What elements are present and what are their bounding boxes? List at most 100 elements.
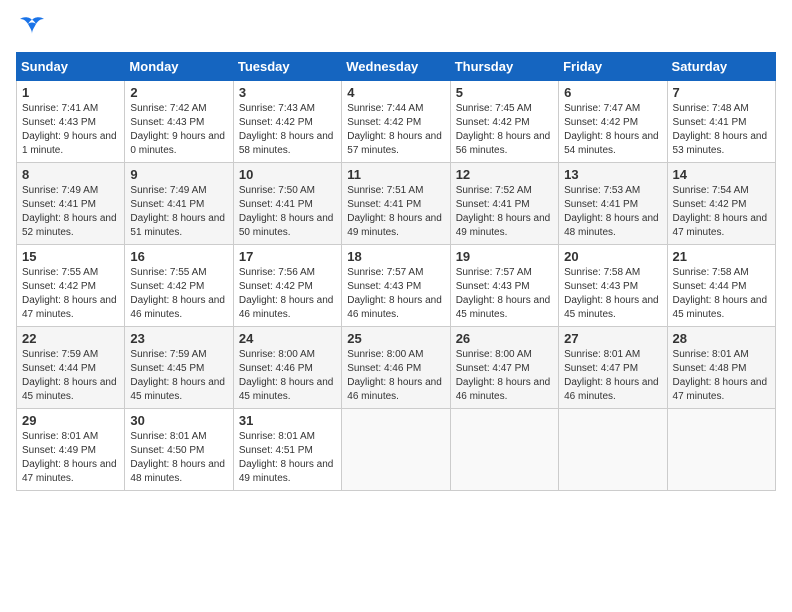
day-cell: 4 Sunrise: 7:44 AMSunset: 4:42 PMDaylight… (342, 81, 450, 163)
day-info: Sunrise: 7:45 AMSunset: 4:42 PMDaylight:… (456, 102, 553, 158)
day-cell: 20Sunrise: 7:58 AMSunset: 4:43 PMDayligh… (559, 245, 667, 327)
day-info: Sunrise: 7:53 AMSunset: 4:41 PMDaylight:… (564, 184, 661, 240)
day-cell: 31 Sunrise: 8:01 AMSunset: 4:51 PMDayligh… (233, 409, 341, 491)
day-cell: 27Sunrise: 8:01 AMSunset: 4:47 PMDayligh… (559, 327, 667, 409)
day-cell: 17 Sunrise: 7:56 AMSunset: 4:42 PMDayligh… (233, 245, 341, 327)
day-info: Sunrise: 7:57 AMSunset: 4:43 PMDaylight:… (456, 266, 553, 322)
day-number: 13 (564, 167, 661, 182)
day-info: Sunrise: 7:54 AMSunset: 4:42 PMDaylight:… (673, 184, 770, 240)
weekday-header-thursday: Thursday (450, 53, 558, 81)
day-number: 5 (456, 85, 553, 100)
day-cell: 8 Sunrise: 7:49 AMSunset: 4:41 PMDaylight… (17, 163, 125, 245)
day-cell: 23Sunrise: 7:59 AMSunset: 4:45 PMDayligh… (125, 327, 233, 409)
day-cell: 10 Sunrise: 7:50 AMSunset: 4:41 PMDayligh… (233, 163, 341, 245)
logo-bird-icon (18, 16, 46, 38)
day-number: 8 (22, 167, 119, 182)
day-number: 24 (239, 331, 336, 346)
day-number: 31 (239, 413, 336, 428)
calendar-week-row: 15 Sunrise: 7:55 AMSunset: 4:42 PMDayligh… (17, 245, 776, 327)
day-cell: 2Sunrise: 7:42 AMSunset: 4:43 PMDaylight… (125, 81, 233, 163)
weekday-header-friday: Friday (559, 53, 667, 81)
day-info: Sunrise: 7:49 AMSunset: 4:41 PMDaylight:… (22, 184, 119, 240)
day-number: 7 (673, 85, 770, 100)
day-number: 29 (22, 413, 119, 428)
weekday-header-row: SundayMondayTuesdayWednesdayThursdayFrid… (17, 53, 776, 81)
day-number: 12 (456, 167, 553, 182)
day-cell: 6 Sunrise: 7:47 AMSunset: 4:42 PMDaylight… (559, 81, 667, 163)
day-info: Sunrise: 8:00 AMSunset: 4:46 PMDaylight:… (347, 348, 444, 404)
day-info: Sunrise: 7:50 AMSunset: 4:41 PMDaylight:… (239, 184, 336, 240)
day-cell: 11 Sunrise: 7:51 AMSunset: 4:41 PMDayligh… (342, 163, 450, 245)
day-number: 20 (564, 249, 661, 264)
day-number: 11 (347, 167, 444, 182)
weekday-header-tuesday: Tuesday (233, 53, 341, 81)
day-info: Sunrise: 8:01 AMSunset: 4:49 PMDaylight:… (22, 430, 119, 486)
day-number: 15 (22, 249, 119, 264)
day-cell: 19 Sunrise: 7:57 AMSunset: 4:43 PMDayligh… (450, 245, 558, 327)
day-number: 22 (22, 331, 119, 346)
calendar-week-row: 29 Sunrise: 8:01 AMSunset: 4:49 PMDayligh… (17, 409, 776, 491)
calendar-week-row: 1 Sunrise: 7:41 AMSunset: 4:43 PMDaylight… (17, 81, 776, 163)
empty-day-cell (450, 409, 558, 491)
day-number: 16 (130, 249, 227, 264)
day-number: 28 (673, 331, 770, 346)
day-cell: 18Sunrise: 7:57 AMSunset: 4:43 PMDayligh… (342, 245, 450, 327)
day-cell: 9 Sunrise: 7:49 AMSunset: 4:41 PMDaylight… (125, 163, 233, 245)
day-info: Sunrise: 8:01 AMSunset: 4:48 PMDaylight:… (673, 348, 770, 404)
day-number: 6 (564, 85, 661, 100)
day-info: Sunrise: 7:44 AMSunset: 4:42 PMDaylight:… (347, 102, 444, 158)
day-cell: 29 Sunrise: 8:01 AMSunset: 4:49 PMDayligh… (17, 409, 125, 491)
day-cell: 5 Sunrise: 7:45 AMSunset: 4:42 PMDaylight… (450, 81, 558, 163)
weekday-header-saturday: Saturday (667, 53, 775, 81)
weekday-header-sunday: Sunday (17, 53, 125, 81)
day-cell: 1 Sunrise: 7:41 AMSunset: 4:43 PMDaylight… (17, 81, 125, 163)
day-number: 21 (673, 249, 770, 264)
day-info: Sunrise: 7:42 AMSunset: 4:43 PMDaylight:… (130, 102, 227, 158)
day-cell: 25Sunrise: 8:00 AMSunset: 4:46 PMDayligh… (342, 327, 450, 409)
calendar-week-row: 22 Sunrise: 7:59 AMSunset: 4:44 PMDayligh… (17, 327, 776, 409)
weekday-header-wednesday: Wednesday (342, 53, 450, 81)
day-info: Sunrise: 7:56 AMSunset: 4:42 PMDaylight:… (239, 266, 336, 322)
day-info: Sunrise: 7:52 AMSunset: 4:41 PMDaylight:… (456, 184, 553, 240)
day-info: Sunrise: 7:49 AMSunset: 4:41 PMDaylight:… (130, 184, 227, 240)
day-cell: 13 Sunrise: 7:53 AMSunset: 4:41 PMDayligh… (559, 163, 667, 245)
day-cell: 7 Sunrise: 7:48 AMSunset: 4:41 PMDaylight… (667, 81, 775, 163)
day-number: 9 (130, 167, 227, 182)
day-number: 17 (239, 249, 336, 264)
day-info: Sunrise: 7:47 AMSunset: 4:42 PMDaylight:… (564, 102, 661, 158)
day-number: 3 (239, 85, 336, 100)
day-cell: 16 Sunrise: 7:55 AMSunset: 4:42 PMDayligh… (125, 245, 233, 327)
day-cell: 21 Sunrise: 7:58 AMSunset: 4:44 PMDayligh… (667, 245, 775, 327)
day-info: Sunrise: 8:01 AMSunset: 4:50 PMDaylight:… (130, 430, 227, 486)
logo (16, 16, 46, 44)
day-cell: 12 Sunrise: 7:52 AMSunset: 4:41 PMDayligh… (450, 163, 558, 245)
day-number: 26 (456, 331, 553, 346)
day-number: 18 (347, 249, 444, 264)
day-info: Sunrise: 7:41 AMSunset: 4:43 PMDaylight:… (22, 102, 119, 158)
day-info: Sunrise: 7:51 AMSunset: 4:41 PMDaylight:… (347, 184, 444, 240)
day-number: 19 (456, 249, 553, 264)
day-number: 1 (22, 85, 119, 100)
weekday-header-monday: Monday (125, 53, 233, 81)
day-info: Sunrise: 7:43 AMSunset: 4:42 PMDaylight:… (239, 102, 336, 158)
day-number: 27 (564, 331, 661, 346)
day-cell: 14 Sunrise: 7:54 AMSunset: 4:42 PMDayligh… (667, 163, 775, 245)
day-info: Sunrise: 7:58 AMSunset: 4:44 PMDaylight:… (673, 266, 770, 322)
day-number: 4 (347, 85, 444, 100)
day-info: Sunrise: 7:59 AMSunset: 4:44 PMDaylight:… (22, 348, 119, 404)
day-info: Sunrise: 7:59 AMSunset: 4:45 PMDaylight:… (130, 348, 227, 404)
day-info: Sunrise: 8:01 AMSunset: 4:51 PMDaylight:… (239, 430, 336, 486)
day-number: 10 (239, 167, 336, 182)
day-info: Sunrise: 7:48 AMSunset: 4:41 PMDaylight:… (673, 102, 770, 158)
day-cell: 28 Sunrise: 8:01 AMSunset: 4:48 PMDayligh… (667, 327, 775, 409)
day-info: Sunrise: 7:55 AMSunset: 4:42 PMDaylight:… (130, 266, 227, 322)
header (16, 16, 776, 44)
day-cell: 26Sunrise: 8:00 AMSunset: 4:47 PMDayligh… (450, 327, 558, 409)
empty-day-cell (342, 409, 450, 491)
calendar-week-row: 8 Sunrise: 7:49 AMSunset: 4:41 PMDaylight… (17, 163, 776, 245)
empty-day-cell (667, 409, 775, 491)
day-info: Sunrise: 7:55 AMSunset: 4:42 PMDaylight:… (22, 266, 119, 322)
day-cell: 15 Sunrise: 7:55 AMSunset: 4:42 PMDayligh… (17, 245, 125, 327)
day-number: 14 (673, 167, 770, 182)
day-number: 30 (130, 413, 227, 428)
